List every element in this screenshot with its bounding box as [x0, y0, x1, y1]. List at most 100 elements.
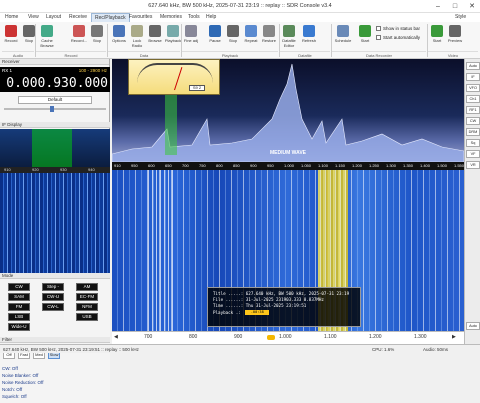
menu-recplayback[interactable]: Rec/Playback: [91, 13, 130, 22]
menu-receive[interactable]: Receive: [66, 13, 90, 22]
right-vfo-button[interactable]: VFO: [466, 84, 480, 92]
ribbon-browse-button[interactable]: Browse: [146, 24, 164, 50]
mode-button-wideu[interactable]: Wide-U: [8, 323, 30, 331]
scroll-right-icon[interactable]: ▶: [452, 334, 456, 340]
mode-button-usb[interactable]: USB: [76, 313, 98, 321]
ribbon-options-button[interactable]: Options: [110, 24, 128, 50]
mode-button-sam[interactable]: SAM: [8, 293, 30, 301]
checkbox-box[interactable]: [376, 26, 381, 32]
bottom-axis-tick: 900: [234, 334, 243, 340]
right-drm-button[interactable]: DRM: [466, 128, 480, 136]
lock-label: Lock Radio: [131, 38, 143, 48]
volume-thumb[interactable]: [50, 106, 54, 112]
menu-view[interactable]: View: [25, 13, 42, 22]
right-if-button[interactable]: IF: [466, 73, 480, 81]
ribbon-datafile-editor-button[interactable]: Datafile Editor: [280, 24, 298, 50]
start2-label: Start: [432, 38, 442, 43]
filter-status-3[interactable]: Notch: Off: [2, 386, 22, 393]
ribbon-fine-adj-button[interactable]: Fine adj: [182, 24, 200, 50]
filter-status-2[interactable]: Noise Reduction: Off: [2, 379, 43, 386]
right-sq-button[interactable]: Sq: [466, 139, 480, 147]
ribbon-repeat-button[interactable]: Repeat: [242, 24, 260, 50]
style-menu[interactable]: Style: [452, 13, 469, 22]
ribbon-group-record: Record: [36, 51, 106, 58]
mode-button-lsb[interactable]: LSB: [8, 313, 30, 321]
mode-button-cw[interactable]: CW: [8, 283, 30, 291]
ribbon-cache-browse-button[interactable]: Cache Browse: [38, 24, 56, 50]
menu-layout[interactable]: Layout: [43, 13, 64, 22]
right-auto-button[interactable]: Auto: [466, 62, 480, 70]
pause-label: Pause: [209, 38, 221, 43]
ribbon-refresh-button[interactable]: Refresh: [300, 24, 318, 50]
axis-tick: 1.500: [437, 163, 448, 168]
ribbon-preview-button[interactable]: Preview: [446, 24, 464, 50]
mode-button-nfm[interactable]: NFM: [76, 303, 98, 311]
filter-status-4[interactable]: Squelch: Off: [2, 393, 27, 400]
scroll-thumb[interactable]: [267, 335, 275, 340]
checkbox-1[interactable]: Start automatically: [376, 35, 420, 41]
mode-button-cwu[interactable]: CW-U: [42, 293, 64, 301]
ribbon-lock-button[interactable]: Lock Radio: [128, 24, 146, 50]
filter-status-1[interactable]: Noise Blanker: Off: [2, 372, 38, 379]
refresh-icon: [303, 25, 315, 37]
right-vr-button[interactable]: VR: [466, 161, 480, 169]
ribbon-pause-button[interactable]: Pause: [206, 24, 224, 50]
ribbon-schedule-button[interactable]: Schedule: [334, 24, 352, 50]
axis-tick: 1.150: [335, 163, 346, 168]
frequency-value[interactable]: 0.000.930.000: [2, 76, 108, 91]
maximize-button[interactable]: □: [447, 0, 463, 13]
playback-label: Playback: [164, 38, 182, 43]
volume-slider[interactable]: [4, 108, 106, 110]
mode-button-fm[interactable]: FM: [8, 303, 30, 311]
tuned-signal-marker[interactable]: [165, 95, 177, 155]
record2-label: Record...: [70, 38, 88, 43]
mode-dropdown[interactable]: Default: [18, 96, 92, 104]
schedule-label: Schedule: [334, 38, 352, 43]
if-spectrum[interactable]: [0, 129, 110, 167]
start-label: Start: [360, 38, 370, 43]
close-button[interactable]: ✕: [464, 0, 480, 13]
ribbon-separator: [427, 24, 428, 57]
bottom-scroll-bar[interactable]: ◀ ▶ 700 800 900 1.000 1.100 1.200 1.300: [112, 331, 464, 344]
checkbox-0[interactable]: Show in status bar: [376, 26, 420, 32]
mode-button-ecfm[interactable]: EC-FM: [76, 293, 98, 301]
axis-tick: 900: [250, 163, 257, 168]
repeat-label: Repeat: [244, 38, 258, 43]
stop2-icon: [91, 25, 103, 37]
ribbon-stop2-button[interactable]: Stop: [88, 24, 106, 50]
right-rf1-button[interactable]: RF1: [466, 106, 480, 114]
right-vf-button[interactable]: VF: [466, 150, 480, 158]
right-ch1-button[interactable]: Ch1: [466, 95, 480, 103]
menu-favourites[interactable]: Favourites: [126, 13, 155, 22]
if-waterfall[interactable]: [0, 173, 110, 273]
right-auto-button[interactable]: Auto: [466, 322, 480, 330]
title-bar: 627.640 kHz, BW 500 kHz, 2025-07-31 23:1…: [0, 0, 480, 13]
ribbon-record-button[interactable]: Record: [2, 24, 20, 50]
menu-tools[interactable]: Tools: [185, 13, 203, 22]
preview-label: Preview: [447, 38, 463, 43]
mode-button-cwl[interactable]: CW-L: [42, 303, 64, 311]
menu-help[interactable]: Help: [203, 13, 219, 22]
right-cw-button[interactable]: CW: [466, 117, 480, 125]
axis-tick: 1.550: [454, 163, 465, 168]
ribbon-stop3-button[interactable]: Stop: [224, 24, 242, 50]
menu-home[interactable]: Home: [2, 13, 21, 22]
mode-button-step[interactable]: Step -: [42, 283, 64, 291]
status-bar: 627.640 kHz, BW 500 kHz, 2025-07-31 23:1…: [0, 344, 480, 353]
menu-memories[interactable]: Memories: [157, 13, 185, 22]
checkbox-box[interactable]: [376, 35, 381, 41]
axis-tick: 800: [216, 163, 223, 168]
mode-button-am[interactable]: AM: [76, 283, 98, 291]
frequency-display[interactable]: RX 1 100 - 2900 Hz 0.000.930.000: [0, 67, 110, 92]
ribbon-start-button[interactable]: Start: [356, 24, 374, 50]
axis-tick: 600: [148, 163, 155, 168]
rx-label: RX 1: [2, 68, 13, 73]
ribbon-restore-button[interactable]: Restore: [260, 24, 278, 50]
axis-tick: 1.400: [420, 163, 431, 168]
ribbon-start2-button[interactable]: Start: [428, 24, 446, 50]
ribbon-playback-button[interactable]: Playback: [164, 24, 182, 50]
filter-status-0[interactable]: CW: Off: [2, 365, 18, 372]
minimize-button[interactable]: –: [430, 0, 446, 13]
scroll-left-icon[interactable]: ◀: [114, 334, 118, 340]
ribbon-record2-button[interactable]: Record...: [70, 24, 88, 50]
